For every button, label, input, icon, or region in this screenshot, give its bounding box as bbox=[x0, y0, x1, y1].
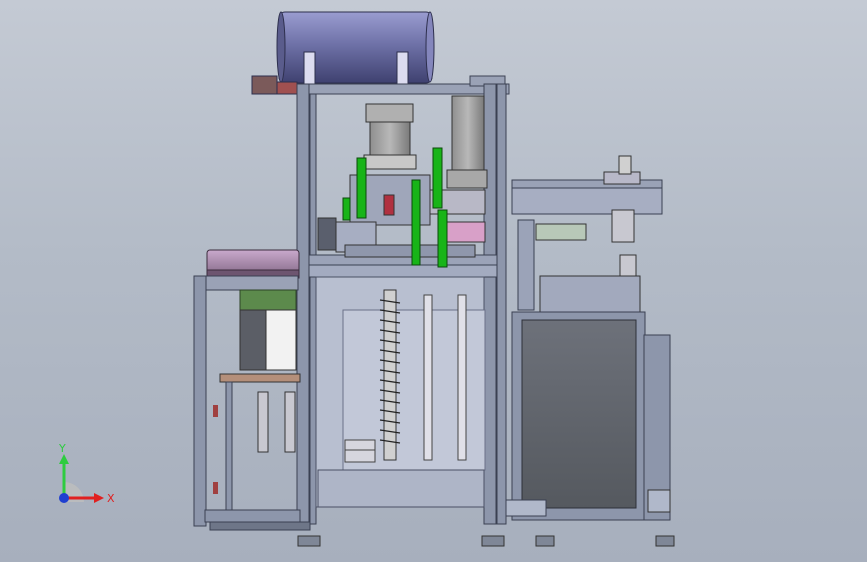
right-transfer-module bbox=[505, 155, 671, 521]
coordinate-triad: Y X bbox=[58, 442, 115, 505]
z-axis-origin bbox=[59, 493, 69, 503]
x-axis-arrowhead bbox=[94, 493, 104, 503]
press-mechanism bbox=[317, 95, 488, 258]
top-cylinder-tank bbox=[251, 11, 435, 95]
x-axis-label: X bbox=[107, 492, 115, 505]
leveling-feet bbox=[297, 535, 675, 547]
feeder-bowl-station bbox=[193, 249, 311, 531]
mid-frame-rail bbox=[308, 264, 498, 278]
y-axis-arrowhead bbox=[59, 454, 69, 464]
y-axis-label: Y bbox=[58, 442, 66, 455]
machine-assembly-model[interactable] bbox=[0, 0, 867, 562]
cad-viewport[interactable]: Y X bbox=[0, 0, 867, 562]
lower-base-plate bbox=[317, 469, 485, 508]
